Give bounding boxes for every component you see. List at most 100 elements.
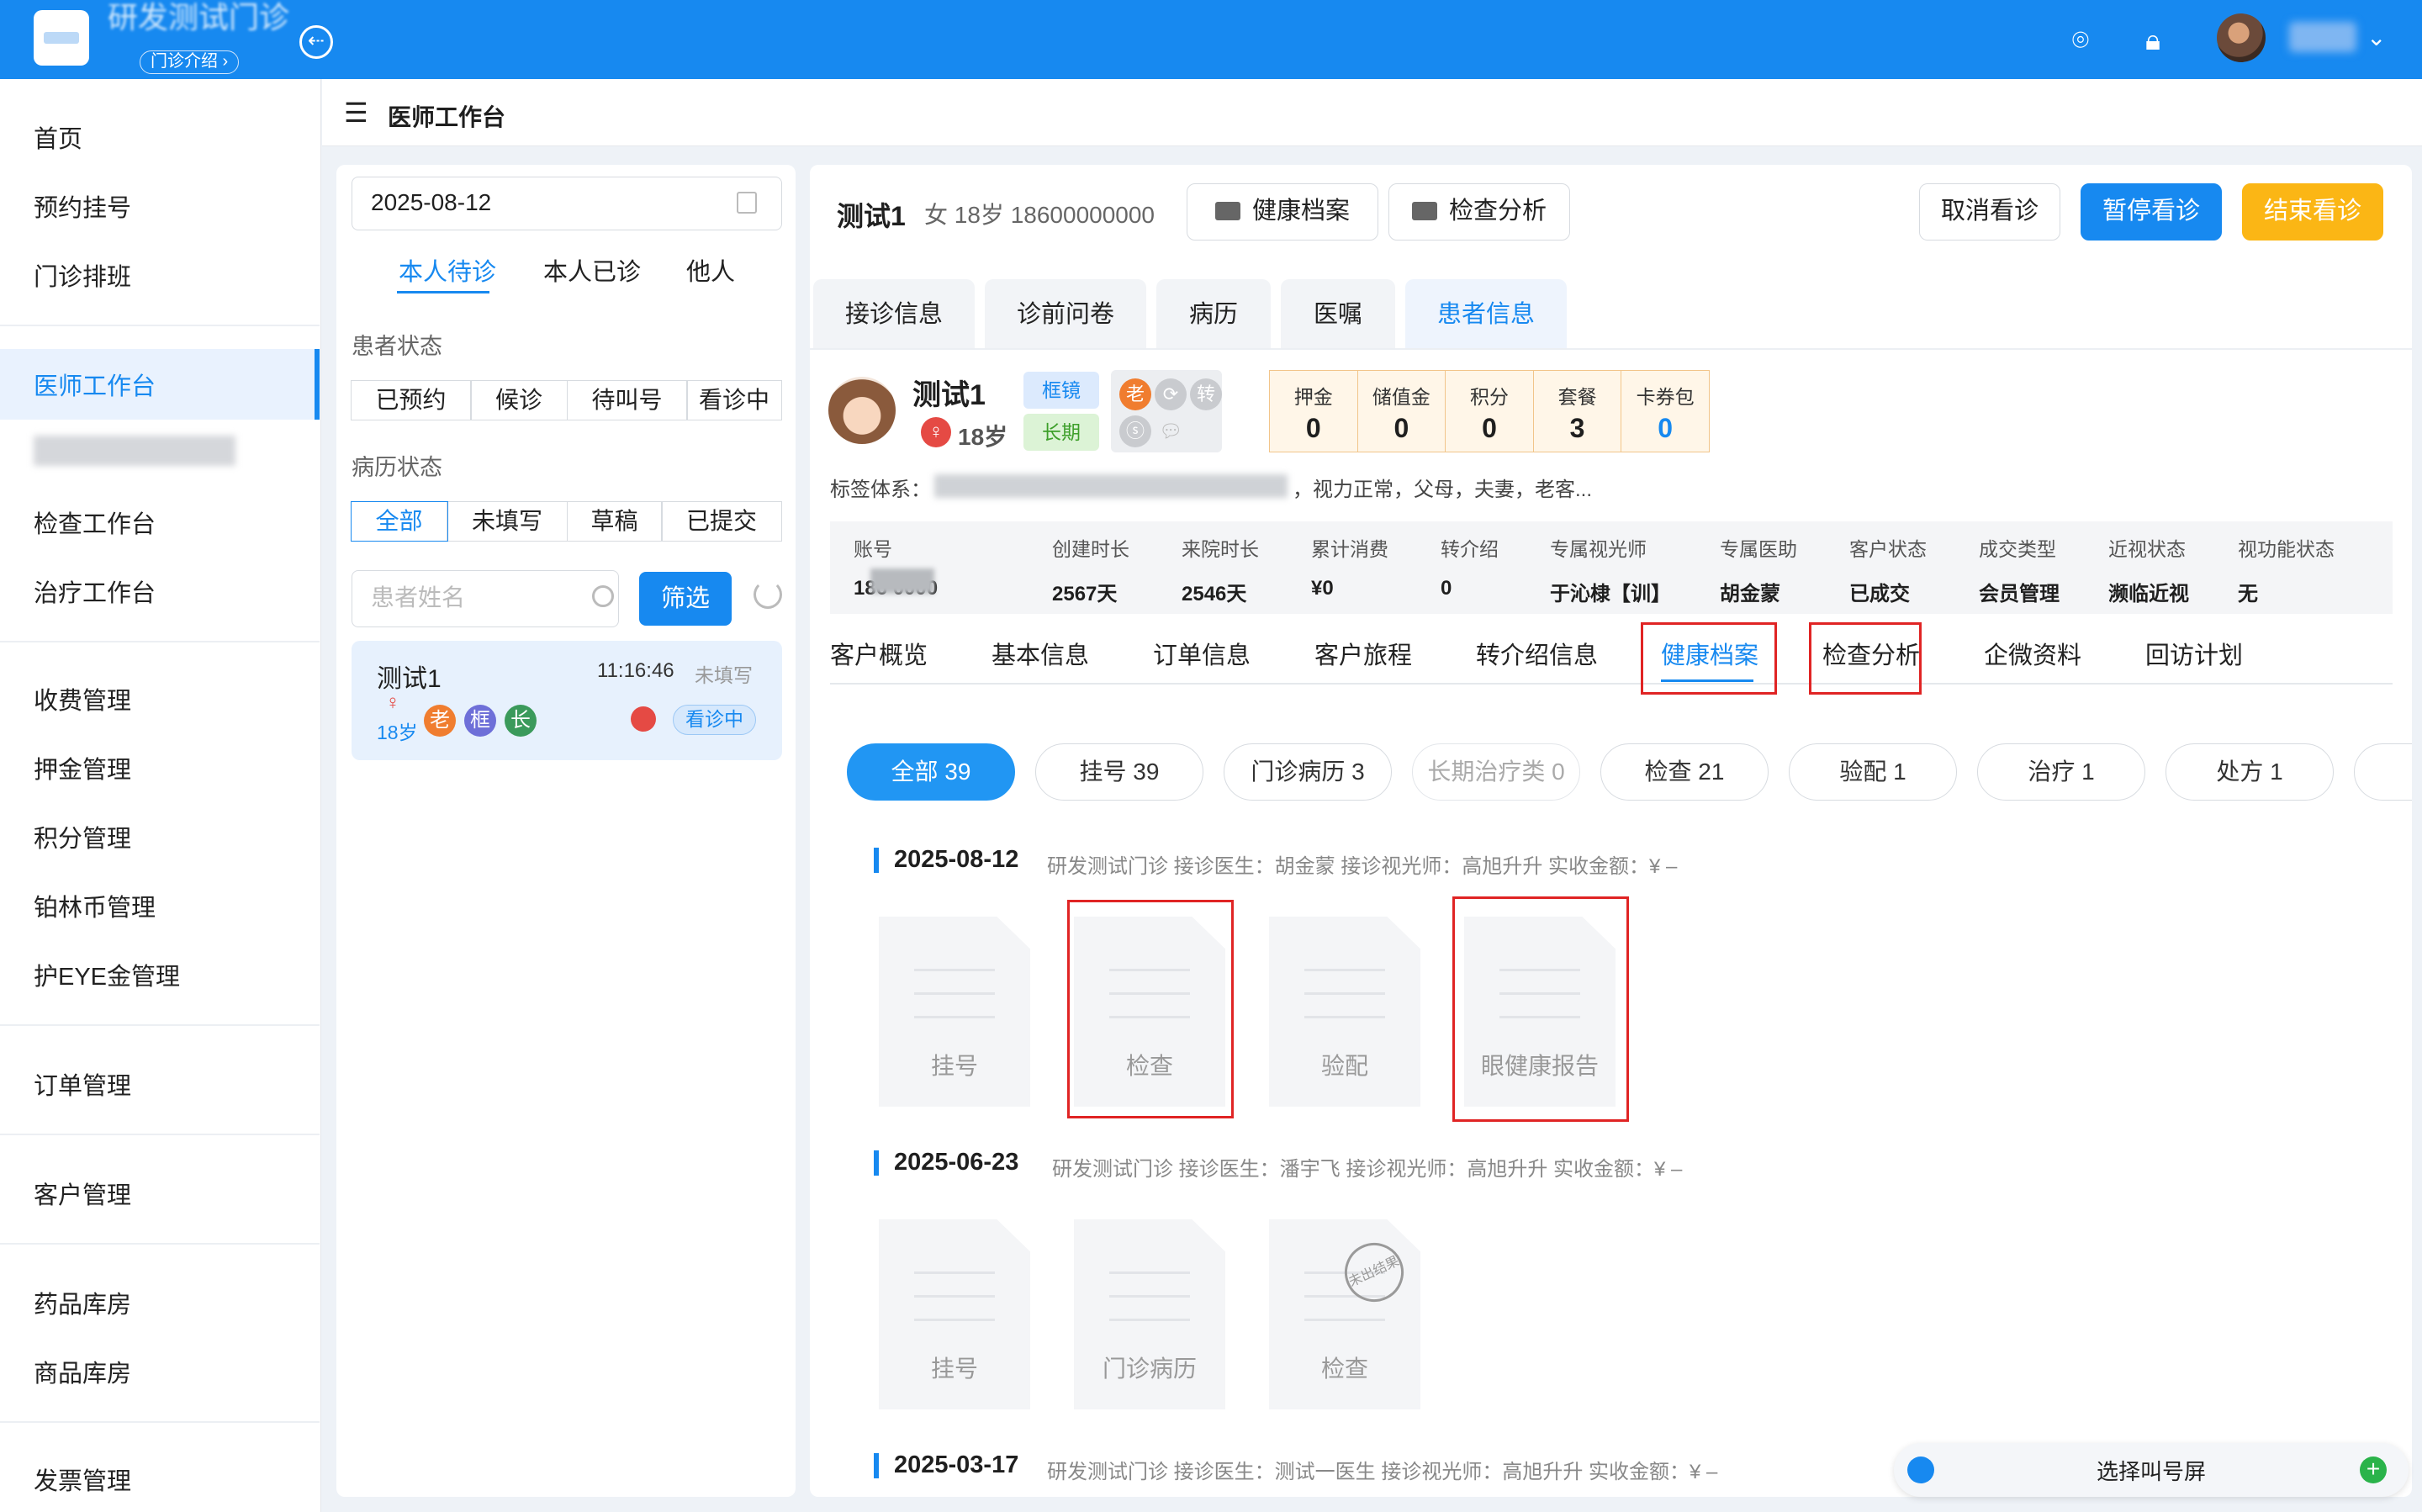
sidebar-item-billing[interactable]: 收费管理 — [34, 681, 131, 716]
record-all[interactable]: 全部 — [350, 501, 448, 542]
patient-status-label: 患者状态 — [352, 334, 442, 359]
sidebar-item-invoice[interactable]: 发票管理 — [34, 1462, 131, 1497]
record-marker — [874, 848, 879, 873]
doc-fitting[interactable]: 验配 — [1269, 917, 1420, 1107]
tab-reception[interactable]: 接诊信息 — [813, 279, 975, 350]
info-label: 视功能状态 — [2238, 538, 2335, 560]
stat-stored-value[interactable]: 储值金 0 — [1358, 371, 1446, 452]
record-submitted[interactable]: 已提交 — [661, 501, 782, 542]
doc-clinic-record[interactable]: 门诊病历 — [1074, 1219, 1225, 1409]
subtab-order-info[interactable]: 订单信息 — [1153, 636, 1251, 671]
chip-fitting[interactable]: 验配 1 — [1789, 743, 1957, 801]
subtab-wecom[interactable]: 企微资料 — [1984, 636, 2081, 671]
pause-visit-button[interactable]: 暂停看诊 — [2081, 183, 2222, 241]
subtab-follow-up[interactable]: 回访计划 — [2145, 636, 2243, 671]
sidebar-item-eye-fund[interactable]: 护EYE金管理 — [34, 957, 180, 992]
sidebar-item-treatment-workbench[interactable]: 治疗工作台 — [34, 574, 156, 609]
chevron-down-icon[interactable]: ⌄ — [2366, 24, 2386, 51]
stat-coupons[interactable]: 卡券包 0 — [1621, 371, 1709, 452]
doc-registration[interactable]: 挂号 — [879, 917, 1030, 1107]
sidebar-item-goods-store[interactable]: 商品库房 — [34, 1354, 131, 1389]
tab-medical-record[interactable]: 病历 — [1156, 279, 1271, 350]
patient-search-input[interactable]: 患者姓名 — [352, 570, 619, 627]
chip-treatment[interactable]: 治疗 1 — [1977, 743, 2145, 801]
chip-more[interactable] — [2354, 743, 2412, 801]
sidebar-item-deposit[interactable]: 押金管理 — [34, 750, 131, 785]
status-waiting[interactable]: 候诊 — [470, 380, 568, 420]
female-icon: ♀ — [921, 417, 951, 447]
sidebar-item-customers[interactable]: 客户管理 — [34, 1176, 131, 1211]
tab-patient-info[interactable]: 患者信息 — [1405, 279, 1567, 350]
tab-pre-questionnaire[interactable]: 诊前问卷 — [985, 279, 1146, 350]
bar-chart-icon — [1411, 202, 1437, 220]
sidebar-item-orders[interactable]: 订单管理 — [34, 1066, 131, 1102]
sidebar-item-appointment[interactable]: 预约挂号 — [34, 188, 131, 224]
stat-label: 卡券包 — [1636, 386, 1695, 408]
sidebar-item-redacted[interactable] — [34, 436, 235, 466]
add-icon[interactable]: + — [2360, 1456, 2387, 1483]
health-record-button[interactable]: 健康档案 — [1187, 183, 1378, 241]
subtab-overview[interactable]: 客户概览 — [830, 636, 928, 671]
female-icon: ♀ — [385, 691, 400, 714]
calendar-icon[interactable] — [737, 192, 757, 214]
tab-indicator — [397, 291, 489, 293]
stat-deposit[interactable]: 押金 0 — [1270, 371, 1358, 452]
clinic-intro-button[interactable]: 门诊介绍 › — [140, 50, 240, 74]
stat-package[interactable]: 套餐 3 — [1534, 371, 1622, 452]
sidebar-divider — [0, 641, 320, 642]
refresh-icon[interactable] — [754, 580, 782, 609]
stat-points[interactable]: 积分 0 — [1446, 371, 1534, 452]
filter-button[interactable]: 筛选 — [639, 572, 732, 626]
user-name[interactable] — [2289, 22, 2356, 52]
stat-label: 套餐 — [1557, 386, 1597, 408]
long-term-tag: 长期 — [1023, 414, 1099, 451]
status-to-call[interactable]: 待叫号 — [566, 380, 688, 420]
info-label: 成交类型 — [1979, 538, 2056, 560]
chip-long-term[interactable]: 长期治疗类 0 — [1412, 743, 1580, 801]
location-icon[interactable]: ⌾ — [2064, 24, 2097, 57]
sidebar-item-coins[interactable]: 铂林币管理 — [34, 888, 156, 923]
chip-all[interactable]: 全部 39 — [847, 743, 1015, 801]
info-value: 2567天 — [1052, 583, 1118, 605]
avatar[interactable] — [2217, 13, 2266, 62]
lock-icon[interactable]: 🔒︎ — [2136, 24, 2170, 57]
chip-prescription[interactable]: 处方 1 — [2166, 743, 2334, 801]
info-referrals: 转介绍 0 — [1441, 533, 1499, 600]
record-info: 研发测试门诊 接诊医生：胡金蒙 接诊视光师：高旭升升 实收金额：¥ – — [1047, 855, 1678, 878]
collapse-icon[interactable]: ⇠ — [299, 25, 333, 59]
patient-status-filter: 已预约 候诊 待叫号 看诊中 — [350, 380, 782, 420]
date-picker[interactable]: 2025-08-12 — [352, 177, 782, 230]
call-screen-selector[interactable]: 选择叫号屏 + — [1894, 1443, 2409, 1497]
status-booked[interactable]: 已预约 — [350, 380, 472, 420]
tab-others[interactable]: 他人 — [686, 252, 735, 288]
cancel-visit-button[interactable]: 取消看诊 — [1919, 183, 2060, 241]
status-in-visit[interactable]: 看诊中 — [686, 380, 782, 420]
tab-my-waiting[interactable]: 本人待诊 — [399, 252, 496, 288]
subtab-journey[interactable]: 客户旅程 — [1314, 636, 1412, 671]
sidebar-item-exam-workbench[interactable]: 检查工作台 — [34, 505, 156, 540]
sidebar-item-points[interactable]: 积分管理 — [34, 819, 131, 854]
sidebar-item-home[interactable]: 首页 — [34, 119, 82, 155]
exam-analysis-button[interactable]: 检查分析 — [1388, 183, 1570, 241]
chip-registration[interactable]: 挂号 39 — [1035, 743, 1203, 801]
tag-system-label: 标签体系： — [830, 478, 931, 501]
sidebar-item-schedule[interactable]: 门诊排班 — [34, 257, 131, 293]
menu-fold-icon[interactable]: ☰ — [344, 99, 368, 126]
end-visit-button[interactable]: 结束看诊 — [2242, 183, 2383, 241]
subtab-referral[interactable]: 转介绍信息 — [1476, 636, 1598, 671]
doc-registration[interactable]: 挂号 — [879, 1219, 1030, 1409]
sidebar-item-doctor-workbench[interactable]: 医师工作台 — [34, 367, 156, 402]
tab-orders[interactable]: 医嘱 — [1281, 279, 1395, 350]
patient-name: 测试1 — [837, 201, 906, 231]
tab-my-done[interactable]: 本人已诊 — [543, 252, 641, 288]
subtab-basic-info[interactable]: 基本信息 — [992, 636, 1089, 671]
chip-clinic-record[interactable]: 门诊病历 3 — [1224, 743, 1392, 801]
id-card-icon — [1214, 202, 1240, 220]
search-icon[interactable] — [592, 585, 614, 607]
doc-exam[interactable]: 检查 — [1269, 1219, 1420, 1409]
sidebar-item-drug-store[interactable]: 药品库房 — [34, 1285, 131, 1320]
chip-exam[interactable]: 检查 21 — [1600, 743, 1769, 801]
record-draft[interactable]: 草稿 — [566, 501, 663, 542]
patient-card[interactable]: 测试1 11:16:46 未填写 ♀ 18岁 老 框 长 看诊中 — [352, 641, 782, 760]
record-unfilled[interactable]: 未填写 — [447, 501, 568, 542]
